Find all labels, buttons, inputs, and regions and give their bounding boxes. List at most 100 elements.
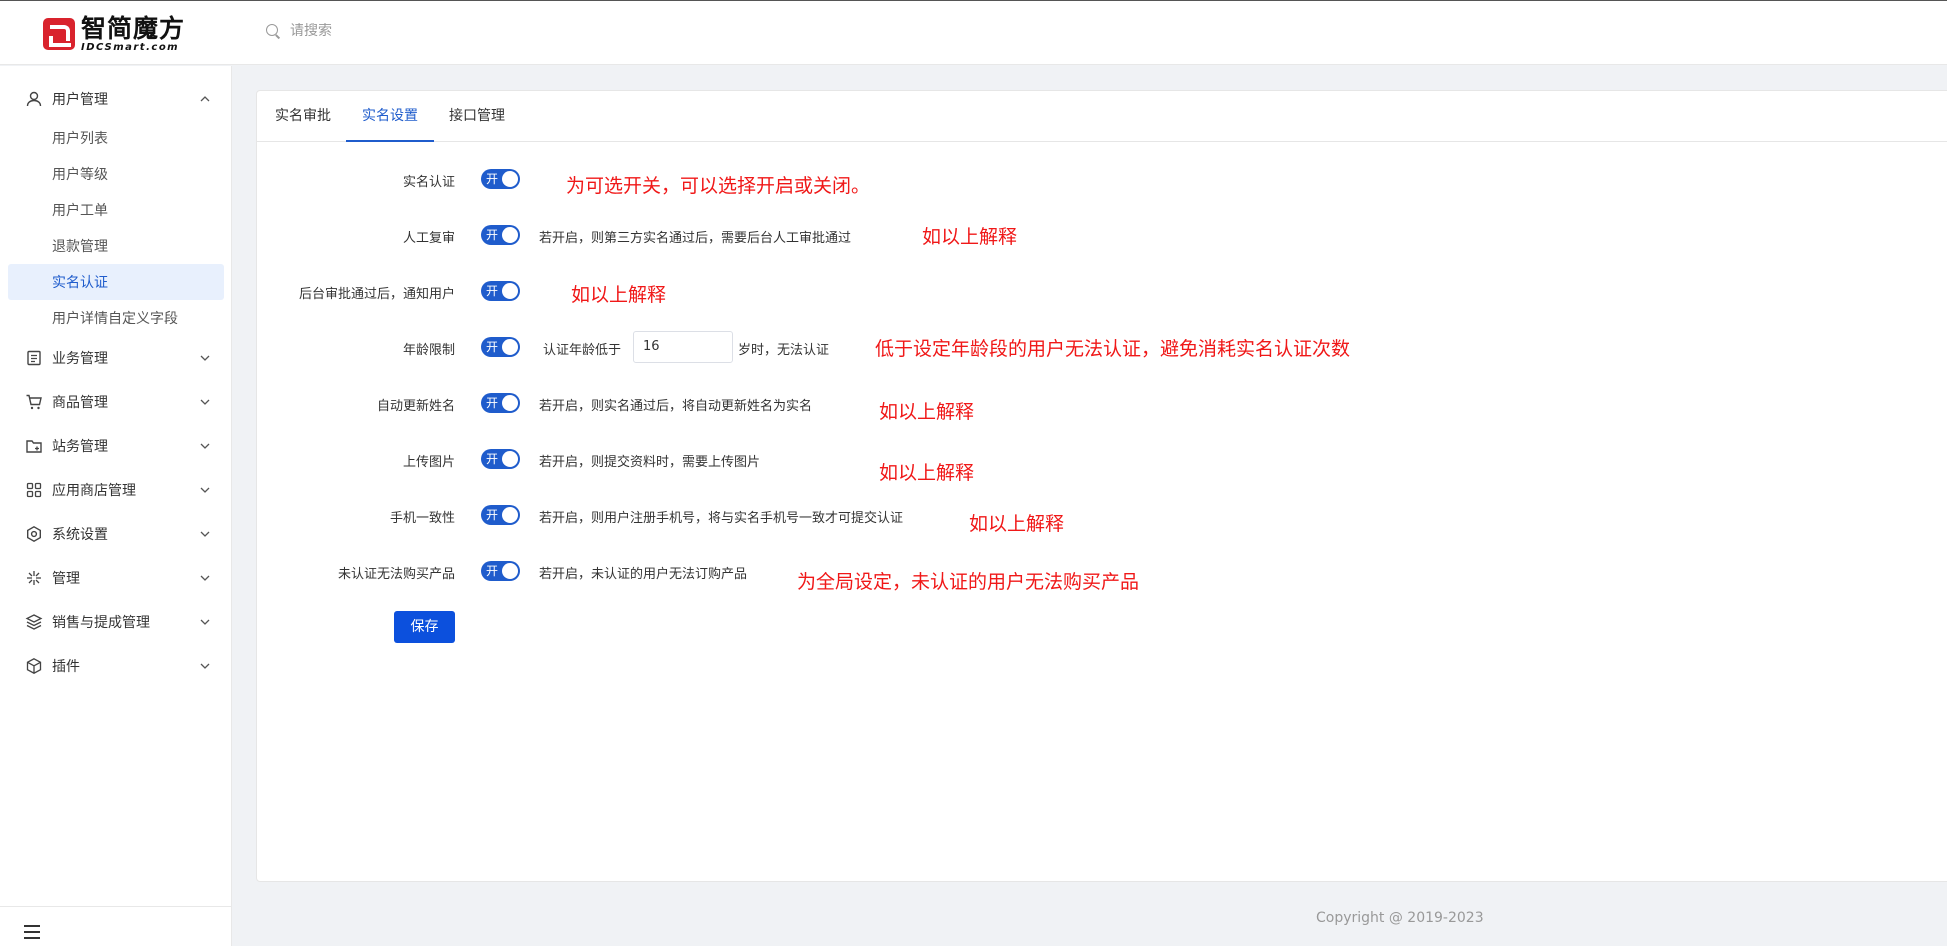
toggle-state: 开	[486, 228, 499, 242]
sidebar-item-label: 用户工单	[52, 203, 108, 219]
annotation-phone-consistency: 如以上解释	[969, 513, 1065, 535]
sidebar-item-user-list[interactable]: 用户列表	[8, 120, 224, 156]
annotation-real-name-auth: 为可选开关，可以选择开启或关闭。	[566, 175, 871, 197]
auto-update-name-toggle[interactable]: 开	[481, 393, 520, 413]
folder-icon	[25, 437, 43, 455]
setting-desc-block-unverified-purchase: 若开启，未认证的用户无法订购产品	[539, 567, 748, 582]
annotation-auto-update-name: 如以上解释	[879, 401, 975, 423]
age-limit-suffix: 岁时，无法认证	[738, 343, 830, 358]
notify-user-toggle[interactable]: 开	[481, 281, 520, 301]
upload-image-toggle[interactable]: 开	[481, 449, 520, 469]
sidebar-group-user-management[interactable]: 用户管理	[0, 82, 232, 116]
age-limit-prefix: 认证年龄低于	[543, 343, 622, 358]
sidebar-item-user-tickets[interactable]: 用户工单	[8, 192, 224, 228]
sidebar-item-label: 实名认证	[52, 275, 108, 291]
sidebar-item-real-name-auth[interactable]: 实名认证	[8, 264, 224, 300]
tab-real-name-approval[interactable]: 实名审批	[273, 91, 333, 142]
toggle-state: 开	[486, 396, 499, 410]
sidebar-group-product-management[interactable]: 商品管理	[0, 385, 232, 419]
sidebar-item-label: 用户详情自定义字段	[52, 311, 178, 327]
sparkle-icon	[25, 569, 43, 587]
sidebar-group-management[interactable]: 管理	[0, 561, 232, 595]
sidebar-item-label: 退款管理	[52, 239, 108, 255]
sidebar-group-label: 商品管理	[52, 395, 108, 411]
setting-desc-auto-update-name: 若开启，则实名通过后，将自动更新姓名为实名	[539, 399, 813, 414]
toggle-state: 开	[486, 564, 499, 578]
tab-interface-management[interactable]: 接口管理	[447, 91, 507, 142]
sidebar-group-label: 业务管理	[52, 351, 108, 367]
toggle-state: 开	[486, 508, 499, 522]
chevron-down-icon	[200, 441, 210, 451]
logo-subtitle: IDCSmart.com	[81, 41, 180, 53]
sidebar-group-label: 用户管理	[52, 92, 108, 108]
setting-label-block-unverified-purchase: 未认证无法购买产品	[337, 567, 455, 582]
age-limit-toggle[interactable]: 开	[481, 337, 520, 357]
chevron-down-icon	[200, 529, 210, 539]
sidebar-group-app-store-management[interactable]: 应用商店管理	[0, 473, 232, 507]
toggle-state: 开	[486, 340, 499, 354]
annotation-block-unverified-purchase: 为全局设定，未认证的用户无法购买产品	[797, 571, 1140, 593]
toggle-state: 开	[486, 452, 499, 466]
setting-label-phone-consistency: 手机一致性	[389, 511, 455, 526]
toggle-state: 开	[486, 172, 499, 186]
chevron-down-icon	[200, 353, 210, 363]
sidebar-group-system-settings[interactable]: 系统设置	[0, 517, 232, 551]
setting-desc-phone-consistency: 若开启，则用户注册手机号，将与实名手机号一致才可提交认证	[539, 511, 904, 526]
sidebar-group-sales-commission[interactable]: 销售与提成管理	[0, 605, 232, 639]
search-icon[interactable]	[266, 24, 280, 38]
sidebar-group-label: 应用商店管理	[52, 483, 136, 499]
sidebar-item-refunds[interactable]: 退款管理	[8, 228, 224, 264]
settings-card: 实名审批 实名设置 接口管理 实名认证 开 为可选开关，可以选择开启或关闭。 人…	[256, 90, 1947, 882]
annotation-age-limit: 低于设定年龄段的用户无法认证，避免消耗实名认证次数	[875, 338, 1351, 360]
cart-icon	[25, 393, 43, 411]
cube-icon	[25, 657, 43, 675]
sidebar-group-business-management[interactable]: 业务管理	[0, 341, 232, 375]
settings-icon	[25, 525, 43, 543]
chevron-down-icon	[200, 485, 210, 495]
phone-consistency-toggle[interactable]: 开	[481, 505, 520, 525]
sidebar-group-label: 管理	[52, 571, 80, 587]
copyright-text: Copyright @ 2019-2023	[1316, 910, 1484, 926]
chevron-down-icon	[200, 573, 210, 583]
logo-title: 智简魔方	[81, 13, 186, 43]
setting-label-manual-review: 人工复审	[402, 231, 455, 246]
top-header: 智简魔方 IDCSmart.com	[0, 1, 1947, 65]
document-icon	[25, 349, 43, 367]
apps-icon	[25, 481, 43, 499]
sidebar: 用户管理 用户列表 用户等级 用户工单 退款管理 实名认证 用户详情自定义字段 …	[0, 66, 232, 946]
setting-label-notify-user: 后台审批通过后，通知用户	[298, 287, 455, 302]
sidebar-item-label: 用户列表	[52, 131, 108, 147]
age-limit-input[interactable]: 16	[633, 331, 733, 363]
annotation-upload-image: 如以上解释	[879, 462, 975, 484]
logo[interactable]: 智简魔方 IDCSmart.com	[43, 13, 186, 53]
user-icon	[25, 90, 43, 108]
sidebar-group-site-management[interactable]: 站务管理	[0, 429, 232, 463]
search-bar	[266, 23, 590, 39]
annotation-manual-review: 如以上解释	[922, 226, 1018, 248]
annotation-notify-user: 如以上解释	[571, 284, 667, 306]
menu-collapse-icon[interactable]	[24, 925, 40, 939]
setting-desc-manual-review: 若开启，则第三方实名通过后，需要后台人工审批通过	[539, 231, 852, 246]
real-name-auth-toggle[interactable]: 开	[481, 169, 520, 189]
chevron-up-icon	[200, 94, 210, 104]
tab-real-name-settings[interactable]: 实名设置	[346, 91, 434, 142]
setting-label-age-limit: 年龄限制	[402, 343, 455, 358]
sidebar-item-label: 用户等级	[52, 167, 108, 183]
block-unverified-purchase-toggle[interactable]: 开	[481, 561, 520, 581]
sidebar-group-label: 销售与提成管理	[52, 615, 150, 631]
sidebar-divider	[0, 906, 232, 907]
tab-bar: 实名审批 实名设置 接口管理	[257, 91, 1947, 142]
sidebar-group-label: 插件	[52, 659, 80, 675]
sidebar-item-custom-fields[interactable]: 用户详情自定义字段	[8, 300, 224, 336]
sidebar-group-plugins[interactable]: 插件	[0, 649, 232, 683]
toggle-state: 开	[486, 284, 499, 298]
sidebar-group-label: 系统设置	[52, 527, 108, 543]
manual-review-toggle[interactable]: 开	[481, 225, 520, 245]
sidebar-item-user-level[interactable]: 用户等级	[8, 156, 224, 192]
save-button[interactable]: 保存	[394, 611, 455, 643]
sidebar-group-label: 站务管理	[52, 439, 108, 455]
chevron-down-icon	[200, 661, 210, 671]
setting-label-upload-image: 上传图片	[402, 455, 455, 470]
chevron-down-icon	[200, 617, 210, 627]
search-input[interactable]	[290, 23, 590, 39]
